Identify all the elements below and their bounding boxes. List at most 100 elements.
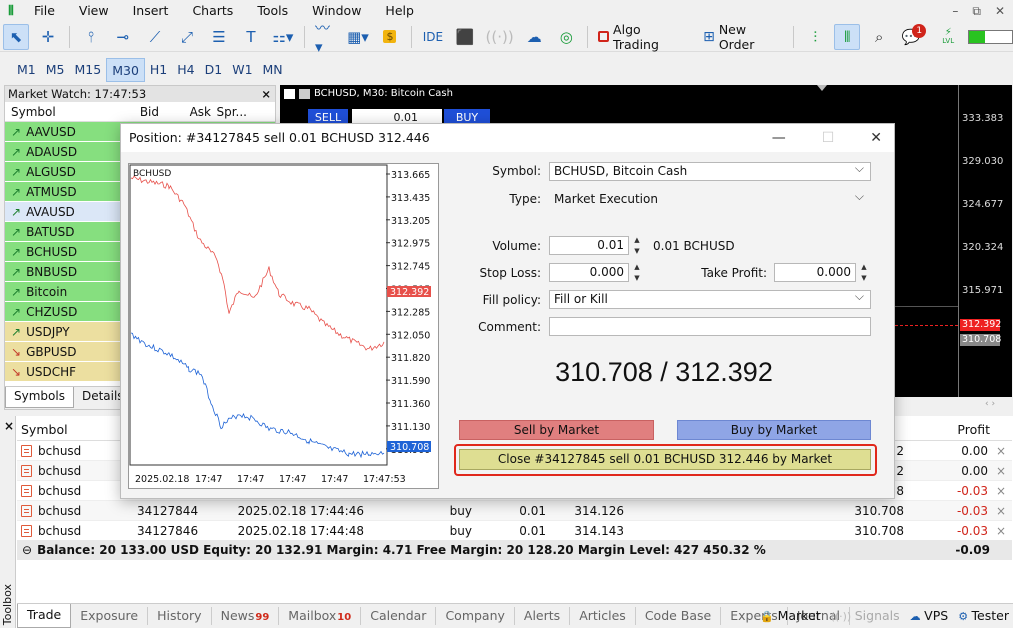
chart-scroll-marker-icon[interactable] bbox=[817, 85, 827, 91]
trendline-icon[interactable]: ⟋ bbox=[142, 24, 168, 50]
search-icon[interactable]: ⌕ bbox=[866, 24, 892, 50]
close-position-button[interactable]: Close #34127845 sell 0.01 BCHUSD 312.446… bbox=[459, 449, 871, 470]
buy-by-market-button[interactable]: Buy by Market bbox=[677, 420, 871, 440]
timeframe-mn[interactable]: MN bbox=[258, 58, 288, 82]
vertical-line-icon[interactable]: ⫯ bbox=[78, 24, 104, 50]
volume-stepper[interactable]: ▲ ▼ bbox=[631, 236, 643, 255]
candles-icon[interactable]: ⫴ bbox=[834, 23, 861, 50]
signal-icon[interactable]: ((·)) bbox=[484, 24, 515, 50]
chart-scroll-arrows[interactable]: ‹ › bbox=[985, 399, 995, 409]
symbol-label: Symbol: bbox=[492, 164, 541, 178]
horizontal-line-icon[interactable]: ⊸ bbox=[110, 24, 136, 50]
col-symbol[interactable]: Symbol bbox=[5, 105, 109, 119]
indicators-icon[interactable]: 〰▾ bbox=[313, 19, 339, 56]
menu-view[interactable]: View bbox=[67, 0, 121, 22]
col-spread[interactable]: Spr... bbox=[211, 105, 251, 119]
timeframe-h1[interactable]: H1 bbox=[145, 58, 172, 82]
volume-input[interactable]: 0.01 bbox=[549, 236, 629, 255]
algo-trading-button[interactable]: Algo Trading bbox=[596, 22, 690, 52]
tab-code-base[interactable]: Code Base bbox=[636, 607, 722, 625]
cloud-icon[interactable]: ☁ bbox=[521, 24, 547, 50]
close-window-button[interactable]: ✕ bbox=[995, 4, 1005, 18]
lock-bag-icon[interactable]: ⬛ bbox=[452, 24, 478, 50]
tab-symbols[interactable]: Symbols bbox=[5, 387, 74, 408]
fibonacci-icon[interactable]: ☰ bbox=[206, 24, 232, 50]
dialog-minimize-button[interactable]: — bbox=[772, 130, 786, 146]
take-profit-stepper[interactable]: ▲ ▼ bbox=[858, 263, 870, 282]
close-position-icon[interactable]: × bbox=[996, 524, 1006, 538]
toolbox-right-signals[interactable]: ((·)) Signals bbox=[831, 608, 900, 623]
col-trade-profit[interactable]: Profit bbox=[957, 422, 990, 437]
tab-company[interactable]: Company bbox=[436, 607, 515, 625]
stop-loss-stepper[interactable]: ▲ ▼ bbox=[631, 263, 643, 282]
text-icon[interactable]: T bbox=[238, 24, 264, 50]
restore-button[interactable]: ⧉ bbox=[972, 4, 981, 19]
crosshair-icon[interactable]: ✛ bbox=[35, 24, 61, 50]
tab-exposure[interactable]: Exposure bbox=[71, 607, 149, 625]
toolbox-sidebar[interactable]: × Toolbox bbox=[0, 416, 16, 628]
close-position-icon[interactable]: × bbox=[996, 504, 1006, 518]
symbol-select[interactable]: BCHUSD, Bitcoin Cash bbox=[549, 160, 871, 181]
timeframe-m30[interactable]: M30 bbox=[106, 58, 145, 82]
close-position-icon[interactable]: × bbox=[996, 464, 1006, 478]
tab-trade[interactable]: Trade bbox=[17, 604, 72, 628]
menu-insert[interactable]: Insert bbox=[121, 0, 181, 22]
dialog-maximize-button[interactable]: ☐ bbox=[822, 130, 835, 146]
dialog-close-button[interactable]: ✕ bbox=[870, 130, 882, 146]
globe-icon[interactable]: ◎ bbox=[553, 24, 579, 50]
bar-chart-icon[interactable]: ⫶ bbox=[802, 24, 828, 50]
templates-icon[interactable]: ▦▾ bbox=[345, 24, 371, 50]
stop-loss-label: Stop Loss: bbox=[479, 266, 541, 280]
level-icon[interactable]: ⚡ LVL bbox=[935, 24, 961, 50]
comment-input[interactable] bbox=[549, 317, 871, 336]
timeframe-w1[interactable]: W1 bbox=[227, 58, 257, 82]
cursor-icon[interactable]: ⬉ bbox=[3, 23, 29, 50]
timeframe-m15[interactable]: M15 bbox=[70, 58, 107, 82]
stop-loss-input[interactable]: 0.000 bbox=[549, 263, 629, 282]
tab-mailbox[interactable]: Mailbox10 bbox=[279, 607, 362, 625]
col-ask[interactable]: Ask bbox=[159, 105, 211, 119]
col-trade-symbol[interactable]: Symbol bbox=[17, 422, 68, 437]
lvl-label: LVL bbox=[942, 36, 955, 45]
channel-icon[interactable]: ⤢ bbox=[174, 24, 200, 50]
shapes-icon[interactable]: ⚏▾ bbox=[270, 24, 296, 50]
chart-menu-icon[interactable] bbox=[284, 88, 295, 99]
timeframe-m5[interactable]: M5 bbox=[41, 58, 70, 82]
trade-row[interactable]: bchusd 34127844 2025.02.18 17:44:46 buy 0.01… bbox=[17, 501, 1012, 521]
tab-articles[interactable]: Articles bbox=[570, 607, 636, 625]
ide-button[interactable]: IDE bbox=[420, 24, 446, 50]
menu-file[interactable]: File bbox=[22, 0, 67, 22]
close-position-icon[interactable]: × bbox=[996, 444, 1006, 458]
menu-tools[interactable]: Tools bbox=[245, 0, 300, 22]
close-icon[interactable]: × bbox=[261, 86, 271, 102]
toolbox-right-vps[interactable]: ☁ VPS bbox=[910, 608, 949, 623]
trade-current: 8 bbox=[896, 483, 904, 498]
tab-news[interactable]: News99 bbox=[212, 607, 280, 625]
col-bid[interactable]: Bid bbox=[109, 105, 159, 119]
collapse-icon[interactable]: ⊖ bbox=[17, 543, 37, 557]
new-order-button[interactable]: ⊞ New Order bbox=[701, 22, 785, 52]
arrow-down-icon: ↘ bbox=[11, 344, 22, 359]
timeframe-d1[interactable]: D1 bbox=[200, 58, 228, 82]
tab-alerts[interactable]: Alerts bbox=[515, 607, 571, 625]
sell-by-market-button[interactable]: Sell by Market bbox=[459, 420, 654, 440]
fill-policy-select[interactable]: Fill or Kill bbox=[549, 288, 871, 309]
timeframe-h4[interactable]: H4 bbox=[172, 58, 199, 82]
toolbox-right-market[interactable]: 🔒 Market bbox=[760, 608, 820, 623]
timeframe-m1[interactable]: M1 bbox=[12, 58, 41, 82]
toolbox-close-icon[interactable]: × bbox=[4, 419, 14, 433]
close-position-icon[interactable]: × bbox=[996, 484, 1006, 498]
type-select[interactable]: Market Execution bbox=[549, 188, 871, 209]
menu-charts[interactable]: Charts bbox=[180, 0, 245, 22]
tab-history[interactable]: History bbox=[148, 607, 212, 625]
price-label: 324.677 bbox=[962, 199, 1004, 210]
trade-row[interactable]: bchusd 34127846 2025.02.18 17:44:48 buy 0.01… bbox=[17, 521, 1012, 541]
minimize-button[interactable]: – bbox=[952, 4, 958, 18]
dollar-icon[interactable]: $ bbox=[377, 24, 403, 50]
tab-calendar[interactable]: Calendar bbox=[361, 607, 437, 625]
position-icon bbox=[21, 484, 32, 497]
toolbox-right-tester[interactable]: ⚙ Tester bbox=[958, 608, 1009, 623]
take-profit-input[interactable]: 0.000 bbox=[774, 263, 856, 282]
menu-help[interactable]: Help bbox=[373, 0, 426, 22]
notifications-icon[interactable]: 💬 1 bbox=[898, 23, 927, 50]
